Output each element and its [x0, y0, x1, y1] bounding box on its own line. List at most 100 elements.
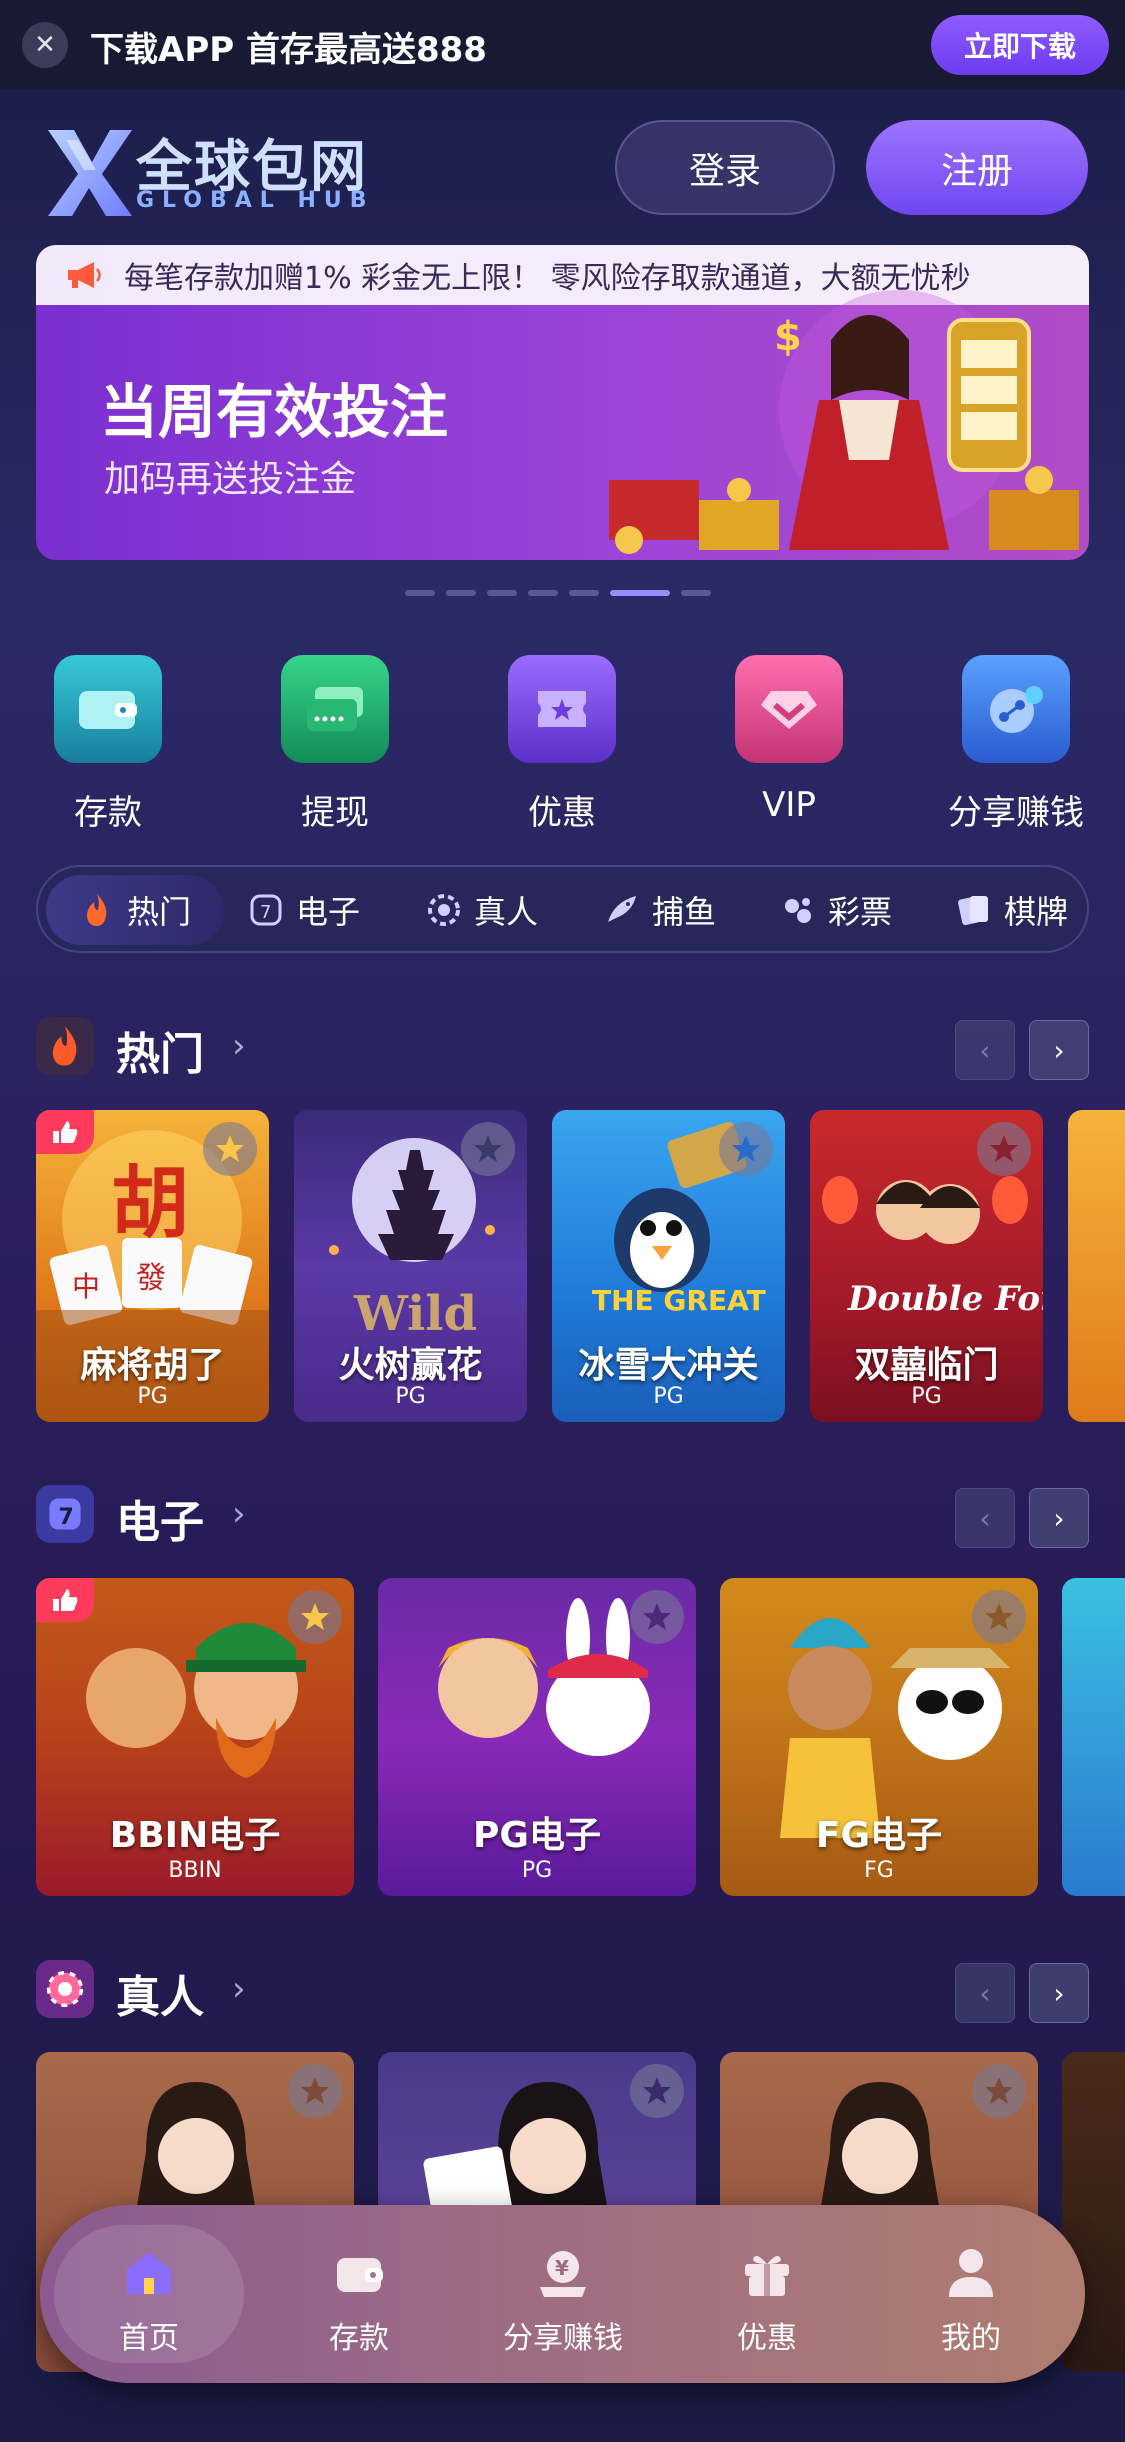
section-title[interactable]: 电子 — [116, 1486, 204, 1550]
nav-label: 首页 — [119, 2321, 179, 2356]
nav-promotions[interactable]: 优惠 — [672, 2225, 862, 2363]
chevron-right-icon[interactable]: › — [232, 1026, 246, 1066]
quick-action-label: 提现 — [301, 793, 369, 833]
chevron-right-icon[interactable]: › — [232, 1969, 246, 2009]
register-button[interactable]: 注册 — [866, 120, 1088, 215]
chevron-right-icon[interactable]: › — [232, 1494, 246, 1534]
favorite-star-icon[interactable] — [630, 1590, 684, 1644]
scroll-prev-button[interactable]: ‹ — [955, 1963, 1015, 2023]
tab-label: 真人 — [474, 893, 539, 931]
svg-text:7: 7 — [58, 1504, 73, 1530]
favorite-star-icon[interactable] — [288, 2064, 342, 2118]
game-card[interactable]: BBIN电子 BBIN — [36, 1578, 354, 1896]
favorite-star-icon[interactable] — [719, 1122, 773, 1176]
close-icon[interactable]: ✕ — [22, 22, 68, 68]
scroll-next-button[interactable]: › — [1029, 1020, 1089, 1080]
nav-profile[interactable]: 我的 — [876, 2225, 1066, 2363]
favorite-star-icon[interactable] — [461, 1122, 515, 1176]
section-title[interactable]: 热门 — [116, 1018, 204, 1082]
section-title[interactable]: 真人 — [116, 1961, 204, 2025]
nav-share-earn[interactable]: ¥ 分享赚钱 — [468, 2225, 658, 2363]
tab-live[interactable]: 真人 — [426, 875, 538, 945]
game-card[interactable]: Double Fortune 双囍临门 PG — [810, 1110, 1043, 1422]
quick-action-share[interactable]: 分享赚钱 — [931, 655, 1101, 834]
scroll-next-button[interactable]: › — [1029, 1963, 1089, 2023]
nav-deposit[interactable]: 存款 — [264, 2225, 454, 2363]
tab-electronic[interactable]: 7 电子 — [248, 875, 360, 945]
scroll-prev-button[interactable]: ‹ — [955, 1020, 1015, 1080]
pagination-dot[interactable] — [487, 590, 517, 596]
logo[interactable]: 全球包网 GLOBAL HUB — [44, 122, 404, 222]
game-provider: PG — [137, 1384, 168, 1409]
tab-hot[interactable]: 热门 — [46, 875, 224, 945]
section-header-hot: 热门 › ‹ › — [36, 1012, 1089, 1082]
share-money-icon: ¥ — [533, 2243, 593, 2303]
quick-action-deposit[interactable]: 存款 — [23, 655, 193, 834]
game-name: FG电子 — [815, 1815, 943, 1856]
favorite-star-icon[interactable] — [972, 1590, 1026, 1644]
tab-label: 捕鱼 — [652, 893, 717, 931]
diamond-icon — [735, 655, 843, 763]
banner-pagination — [405, 590, 711, 596]
favorite-star-icon[interactable] — [972, 2064, 1026, 2118]
game-card[interactable]: Wild 火树赢花 PG — [294, 1110, 527, 1422]
pagination-dot[interactable] — [446, 590, 476, 596]
favorite-star-icon[interactable] — [203, 1122, 257, 1176]
nav-label: 分享赚钱 — [503, 2321, 623, 2356]
chip-icon — [36, 1960, 94, 2018]
game-provider: PG — [521, 1858, 553, 1883]
quick-action-withdraw[interactable]: 提现 — [250, 655, 420, 834]
electronic-games-row: BBIN电子 BBIN PG电子 PG FG电子 FG — [36, 1578, 1125, 1898]
tab-label: 棋牌 — [1004, 893, 1069, 931]
download-app-bar: ✕ 下载APP 首存最高送888 立即下载 — [0, 0, 1125, 90]
quick-action-label: 分享赚钱 — [948, 793, 1084, 833]
download-promo-text: 下载APP 首存最高送888 — [90, 30, 487, 70]
hot-badge-icon — [36, 1578, 94, 1622]
scroll-next-button[interactable]: › — [1029, 1488, 1089, 1548]
banner-title: 当周有效投注 — [100, 378, 449, 446]
game-card[interactable]: THE GREAT 冰雪大冲关 PG — [552, 1110, 785, 1422]
game-name: PG电子 — [473, 1815, 601, 1856]
favorite-star-icon[interactable] — [630, 2064, 684, 2118]
download-now-button[interactable]: 立即下载 — [931, 15, 1109, 75]
cards-icon — [956, 892, 992, 928]
svg-text:7: 7 — [260, 902, 271, 923]
megaphone-icon — [68, 262, 101, 288]
pagination-dot[interactable] — [681, 590, 711, 596]
banner-illustration: $ — [609, 290, 1079, 554]
game-card-partial[interactable] — [1062, 1578, 1125, 1896]
logo-x-icon — [48, 130, 132, 216]
header: 全球包网 GLOBAL HUB 登录 注册 — [0, 90, 1125, 240]
pagination-dot[interactable] — [405, 590, 435, 596]
scroll-prev-button[interactable]: ‹ — [955, 1488, 1015, 1548]
game-art-text: THE GREAT — [592, 1284, 766, 1317]
hot-badge-icon — [36, 1110, 94, 1154]
tab-lottery[interactable]: 彩票 — [780, 875, 892, 945]
quick-action-promo[interactable]: 优惠 — [477, 655, 647, 834]
game-card[interactable]: PG电子 PG — [378, 1578, 696, 1896]
promo-banner[interactable]: 每笔存款加赠1% 彩金无上限！ 零风险存取款通道，大额无忧秒 当周有效投注 加码… — [36, 245, 1089, 560]
nav-home[interactable]: 首页 — [54, 2225, 244, 2363]
favorite-star-icon[interactable] — [977, 1122, 1031, 1176]
banner-subtitle: 加码再送投注金 — [104, 459, 357, 500]
login-button[interactable]: 登录 — [615, 120, 835, 215]
nav-label: 我的 — [941, 2321, 1001, 2356]
game-name: BBIN电子 — [109, 1815, 281, 1856]
favorite-star-icon[interactable] — [288, 1590, 342, 1644]
tab-cards[interactable]: 棋牌 — [956, 875, 1068, 945]
lottery-icon — [780, 892, 816, 928]
category-tabs: 热门 7 电子 真人 捕鱼 彩票 棋牌 — [36, 865, 1089, 953]
wallet-icon — [54, 655, 162, 763]
nav-label: 优惠 — [737, 2321, 797, 2356]
tab-fishing[interactable]: 捕鱼 — [604, 875, 716, 945]
tab-label: 热门 — [126, 893, 191, 931]
pagination-dot[interactable] — [569, 590, 599, 596]
game-card[interactable]: FG电子 FG — [720, 1578, 1038, 1896]
game-card[interactable]: 胡 發 中 麻将胡了 PG — [36, 1110, 269, 1422]
pagination-dot[interactable] — [528, 590, 558, 596]
svg-text:¥: ¥ — [555, 2256, 569, 2280]
game-card-partial[interactable] — [1068, 1110, 1125, 1422]
quick-action-vip[interactable]: VIP — [704, 655, 874, 825]
quick-action-label: 存款 — [74, 793, 142, 833]
pagination-dot-active[interactable] — [610, 590, 670, 596]
